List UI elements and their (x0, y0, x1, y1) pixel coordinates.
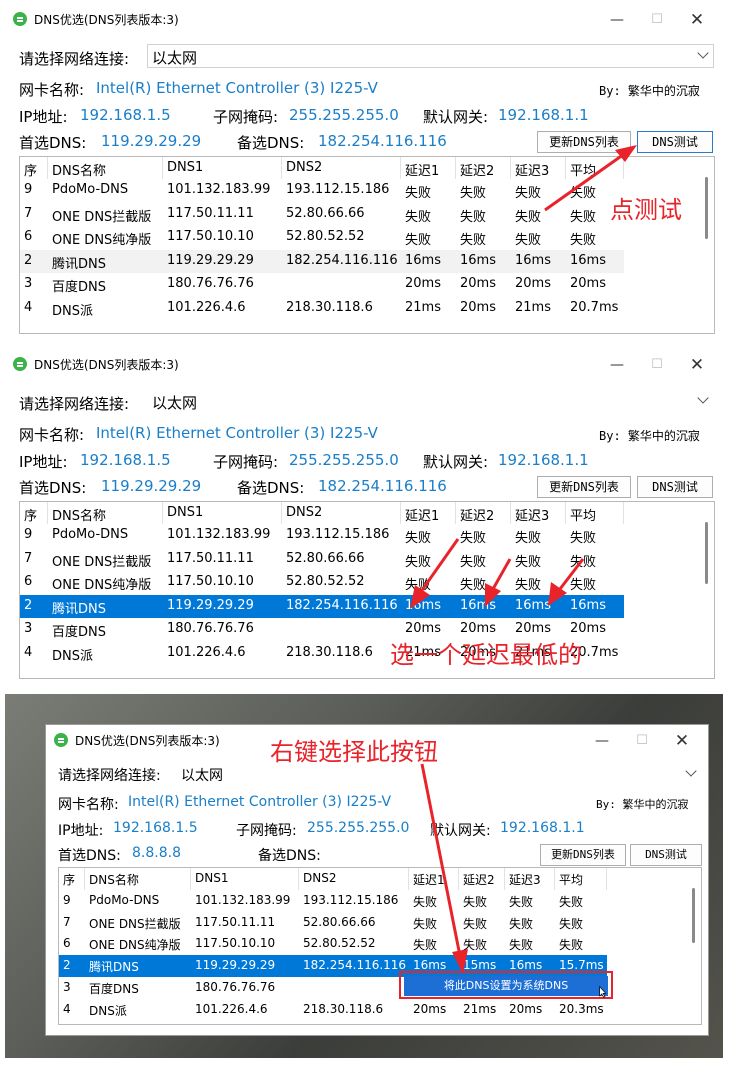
screenshot-step-1: DNS优选(DNS列表版本:3) — ☐ ✕ 请选择网络连接: 以太网 网卡名称… (5, 4, 723, 344)
annotation-arrows (410, 538, 585, 609)
screenshot-step-3: DNS优选(DNS列表版本:3) — ☐ ✕ 请选择网络连接: 以太网 网卡名称… (5, 694, 723, 1058)
annotation-arrow (420, 763, 468, 974)
annotation-arrow (544, 145, 637, 212)
screenshot-step-2: DNS优选(DNS列表版本:3) — ☐ ✕ 请选择网络连接: 以太网 网卡名称… (5, 349, 723, 689)
